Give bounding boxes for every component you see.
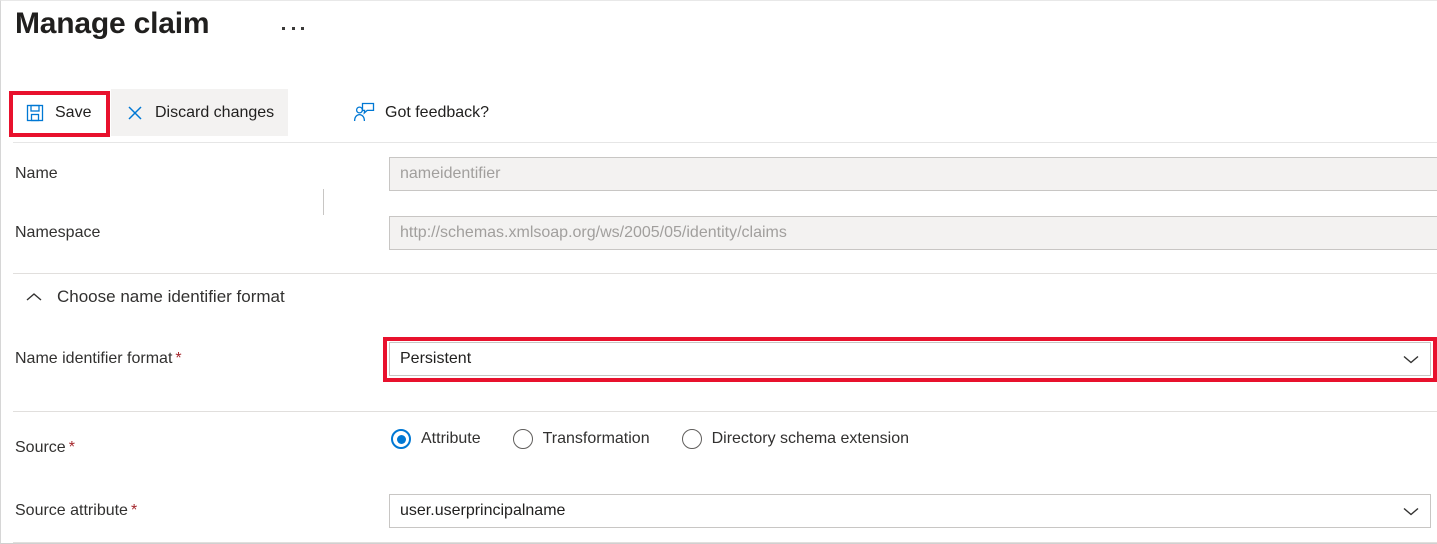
- source-attribute-label: Source attribute *: [15, 502, 137, 520]
- manage-claim-page: Manage claim Save Discard changes Got fe…: [0, 0, 1437, 544]
- radio-option-attribute[interactable]: Attribute: [391, 429, 481, 449]
- source-attribute-label-text: Source attribute: [15, 502, 128, 519]
- section-title: Choose name identifier format: [57, 287, 285, 306]
- source-radio-group: Attribute Transformation Directory schem…: [391, 429, 941, 449]
- radio-label-directory-schema-extension: Directory schema extension: [711, 430, 910, 447]
- radio-option-transformation[interactable]: Transformation: [512, 429, 650, 449]
- section-divider-bottom: [13, 411, 1437, 412]
- name-identifier-format-label-text: Name identifier format: [15, 350, 173, 367]
- source-attribute-value: user.userprincipalname: [400, 502, 566, 519]
- close-x-icon: [125, 103, 145, 123]
- required-asterisk: *: [68, 439, 75, 456]
- person-feedback-icon: [353, 102, 375, 123]
- radio-mark-icon: [681, 429, 702, 449]
- chevron-down-icon: [1402, 353, 1420, 365]
- toolbar-divider: [13, 142, 1437, 143]
- name-identifier-format-dropdown[interactable]: Persistent: [389, 342, 1431, 376]
- namespace-input: http://schemas.xmlsoap.org/ws/2005/05/id…: [389, 216, 1437, 250]
- namespace-label: Namespace: [15, 224, 101, 241]
- radio-mark-icon: [391, 429, 411, 449]
- chevron-up-icon: [25, 291, 43, 303]
- name-input: nameidentifier: [389, 157, 1437, 191]
- choose-name-identifier-format-section-header[interactable]: Choose name identifier format: [25, 287, 285, 307]
- name-identifier-format-value: Persistent: [400, 350, 472, 367]
- save-floppy-icon: [25, 103, 45, 123]
- page-title: Manage claim: [15, 7, 210, 40]
- toolbar-separator: [323, 189, 324, 215]
- save-button-label: Save: [55, 103, 92, 121]
- source-label: Source *: [15, 439, 75, 457]
- required-asterisk: *: [175, 350, 182, 367]
- source-attribute-dropdown[interactable]: user.userprincipalname: [389, 494, 1431, 528]
- chevron-down-icon: [1402, 505, 1420, 517]
- radio-option-directory-schema-extension[interactable]: Directory schema extension: [681, 429, 910, 449]
- got-feedback-label: Got feedback?: [385, 103, 490, 121]
- required-asterisk: *: [130, 502, 138, 519]
- name-label: Name: [15, 165, 58, 182]
- name-identifier-format-label: Name identifier format *: [15, 350, 182, 368]
- discard-changes-label: Discard changes: [155, 103, 275, 121]
- discard-changes-button[interactable]: Discard changes: [111, 89, 289, 136]
- got-feedback-button[interactable]: Got feedback?: [339, 89, 503, 136]
- save-button[interactable]: Save: [11, 89, 105, 136]
- command-bar: Save Discard changes Got feedback?: [1, 89, 1437, 215]
- radio-label-transformation: Transformation: [542, 430, 650, 447]
- radio-mark-icon: [512, 429, 533, 449]
- more-options-icon[interactable]: [281, 17, 305, 39]
- radio-label-attribute: Attribute: [421, 430, 481, 447]
- bottom-divider: [13, 542, 1437, 543]
- source-label-text: Source: [15, 439, 66, 456]
- page-header: Manage claim: [1, 1, 1437, 79]
- section-divider-top: [13, 273, 1437, 274]
